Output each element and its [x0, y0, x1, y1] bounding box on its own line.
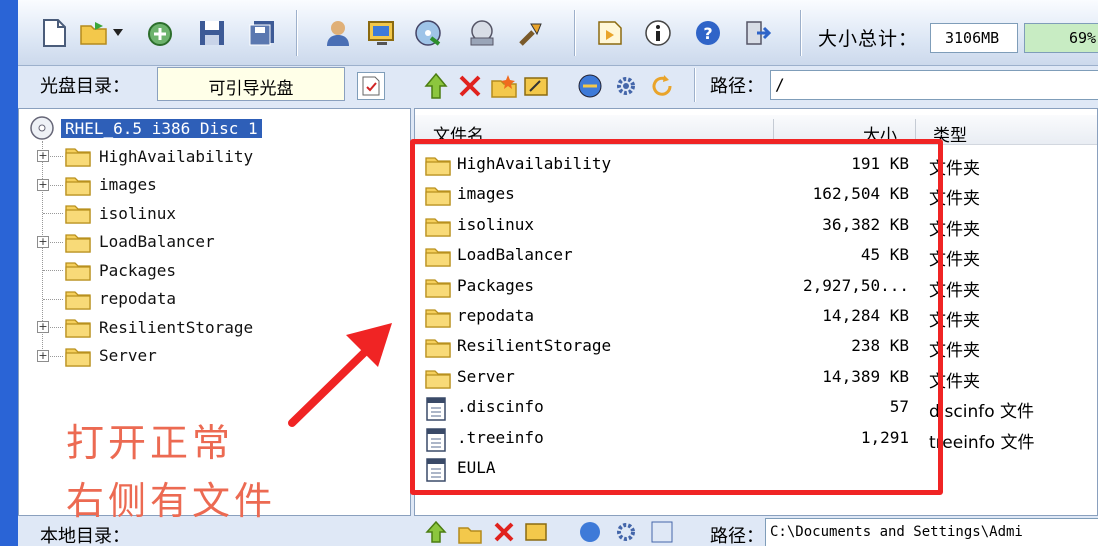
user-icon[interactable] [322, 17, 354, 49]
expand-icon[interactable]: + [37, 178, 49, 191]
info-icon[interactable] [642, 17, 674, 49]
local-directory-label: 本地目录： [40, 526, 130, 546]
save-as-icon[interactable] [246, 17, 278, 49]
expand-icon[interactable]: + [37, 235, 49, 248]
size-total-label: 大小总计： [818, 28, 919, 50]
tools-icon[interactable] [516, 17, 548, 49]
folder-icon [65, 316, 91, 338]
tree-item[interactable]: repodata [65, 286, 176, 312]
column-divider [773, 119, 774, 141]
tree-line [43, 270, 63, 271]
tree-item[interactable]: ResilientStorage [65, 314, 253, 340]
tree-item-label: images [99, 175, 157, 194]
delete-icon[interactable] [454, 70, 486, 102]
rename-icon[interactable] [520, 70, 552, 102]
expand-icon[interactable]: + [37, 150, 49, 162]
file-type: discinfo 文件 [929, 402, 1035, 423]
annotation-line-2: 右侧有文件 [66, 479, 277, 523]
expand-icon[interactable]: + [37, 349, 49, 362]
burn-disc-icon[interactable] [412, 17, 444, 49]
folder-icon [65, 202, 91, 224]
up-arrow-icon[interactable] [420, 518, 452, 546]
highlight-box [410, 139, 943, 495]
extract-icon[interactable] [144, 17, 176, 49]
toolbar-separator [800, 10, 802, 56]
properties-icon[interactable] [574, 70, 606, 102]
tree-line [43, 213, 63, 214]
disc-directory-label: 光盘目录： [40, 76, 130, 97]
tree-item-label: ResilientStorage [99, 317, 254, 337]
tree-item-label: Packages [99, 260, 177, 280]
tree-item[interactable]: isolinux [65, 200, 176, 226]
tree-item[interactable]: LoadBalancer [65, 229, 215, 255]
folder-icon [65, 231, 91, 253]
annotation-arrow-icon [288, 323, 392, 427]
chevron-down-icon[interactable] [110, 17, 126, 49]
column-divider [915, 119, 916, 141]
tree-root-label: RHEL_6.5 i386 Disc 1 [61, 118, 262, 138]
main-toolbar: ? 大小总计： 3106MB 69% [0, 0, 1098, 546]
size-total-value: 3106MB [930, 23, 1018, 53]
compress-icon[interactable] [594, 17, 626, 49]
path-input[interactable]: / [770, 70, 1098, 100]
tree-item[interactable]: HighAvailability [65, 143, 253, 169]
svg-text:?: ? [703, 24, 712, 43]
drive-icon[interactable] [466, 17, 498, 49]
screen-icon[interactable] [366, 17, 398, 49]
edit-icon [362, 76, 380, 96]
tree-item-label: repodata [99, 289, 177, 308]
save-icon[interactable] [196, 17, 228, 49]
properties-icon[interactable] [574, 518, 606, 546]
local-path-label: 路径： [710, 526, 764, 546]
exit-icon[interactable] [742, 17, 774, 49]
folder-icon [65, 288, 91, 310]
tree-item[interactable]: Server [65, 343, 157, 369]
rename-icon[interactable] [520, 518, 552, 546]
up-arrow-icon[interactable] [420, 70, 452, 102]
toolbar-separator [574, 10, 576, 56]
local-path-input[interactable]: C:\Documents and Settings\Admi [765, 518, 1098, 546]
tree-item-label: HighAvailability [99, 146, 254, 166]
tree-item[interactable]: Packages [65, 257, 176, 283]
refresh-icon[interactable] [646, 518, 678, 546]
path-label: 路径： [710, 76, 764, 97]
window-left-edge [0, 0, 18, 546]
tree-item-label: Server [99, 346, 157, 365]
help-icon[interactable]: ? [692, 17, 724, 49]
usage-percent-bar: 69% [1024, 23, 1098, 53]
annotation-line-1: 打开正常 [66, 421, 235, 465]
new-folder-icon[interactable] [488, 70, 520, 102]
toolbar-separator [296, 10, 298, 56]
new-folder-icon[interactable] [454, 518, 486, 546]
new-icon[interactable] [38, 17, 70, 49]
file-type: treeinfo 文件 [929, 432, 1035, 453]
folder-icon [65, 259, 91, 281]
tree-item-label: isolinux [99, 203, 177, 223]
tree-line [43, 298, 63, 300]
tree-root[interactable]: RHEL_6.5 i386 Disc 1 [29, 115, 262, 141]
refresh-icon[interactable] [646, 70, 678, 102]
folder-icon [65, 145, 91, 167]
disc-icon [30, 116, 54, 140]
folder-icon [65, 174, 91, 196]
tree-item[interactable]: images [65, 172, 157, 198]
settings-gear-icon[interactable] [610, 518, 642, 546]
settings-gear-icon[interactable] [610, 70, 642, 102]
toolbar-separator [694, 68, 696, 102]
tree-item-label: LoadBalancer [99, 232, 215, 251]
local-toolbar [416, 518, 696, 546]
folder-icon [65, 345, 91, 367]
disc-type-button[interactable] [357, 72, 385, 100]
expand-icon[interactable]: + [37, 321, 49, 333]
delete-icon[interactable] [488, 518, 520, 546]
open-icon[interactable] [78, 17, 110, 49]
disc-type-field[interactable]: 可引导光盘 [157, 67, 345, 101]
